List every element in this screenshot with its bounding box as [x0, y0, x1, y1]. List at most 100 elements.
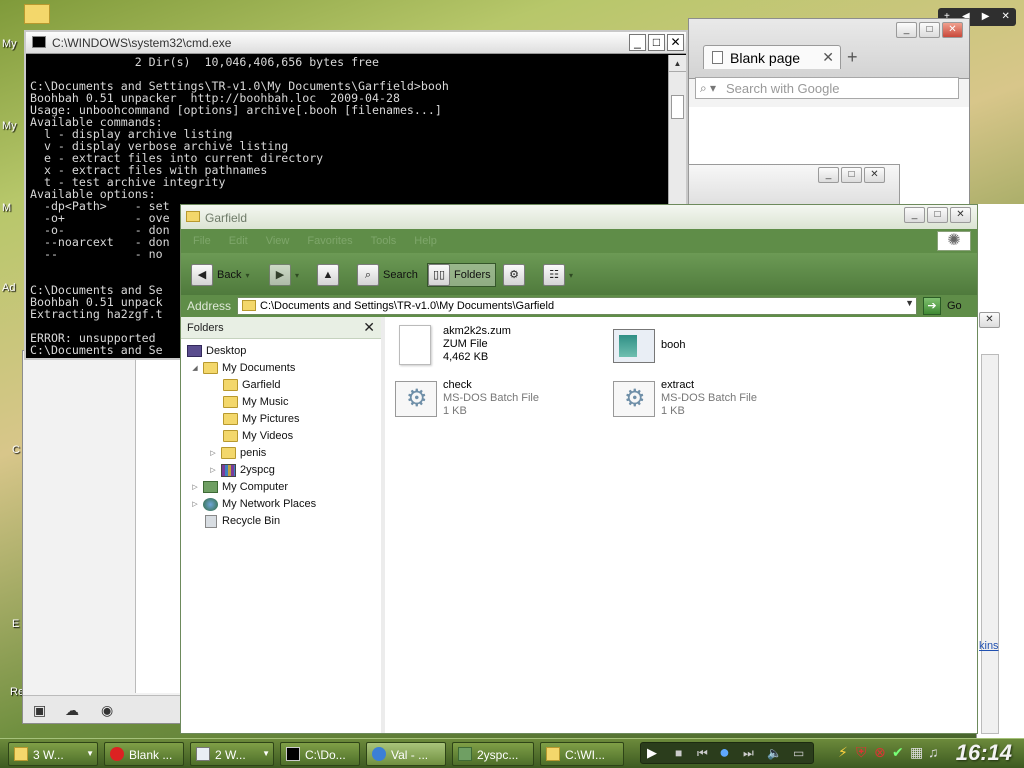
tree-item-my-network-places[interactable]: ▷ My Network Places: [191, 496, 316, 512]
dropdown-arrow-icon[interactable]: ▾: [245, 271, 249, 280]
close-button[interactable]: ✕: [942, 22, 963, 38]
browser-tab[interactable]: Blank page ✕: [703, 45, 841, 69]
right-window[interactable]: ✕ kins: [976, 204, 1024, 744]
taskbar-item[interactable]: 2yspc...: [452, 742, 534, 766]
dropdown-arrow-icon[interactable]: ▼: [905, 298, 914, 308]
tree-item-penis[interactable]: ▷ penis: [209, 445, 266, 461]
box-icon[interactable]: ▣: [33, 702, 46, 719]
taskbar-item-active[interactable]: Val - ...: [366, 742, 446, 766]
taskbar-item[interactable]: C:\WI...: [540, 742, 624, 766]
minimize-button[interactable]: _: [896, 22, 917, 38]
lightning-icon[interactable]: ⚡: [838, 744, 848, 761]
folder-icon[interactable]: [24, 4, 50, 24]
folders-button[interactable]: ▯▯ Folders: [427, 263, 496, 287]
new-tab-button[interactable]: +: [847, 47, 858, 68]
close-button[interactable]: ✕: [667, 34, 684, 51]
minimize-button[interactable]: _: [818, 167, 839, 183]
close-button[interactable]: ✕: [979, 312, 1000, 328]
expand-icon[interactable]: ▷: [209, 449, 217, 457]
menu-help[interactable]: Help: [414, 235, 437, 253]
scroll-thumb[interactable]: [671, 95, 684, 119]
address-input[interactable]: C:\Documents and Settings\TR-v1.0\My Doc…: [237, 297, 917, 315]
expand-icon[interactable]: ▷: [191, 483, 199, 491]
tree-item-recycle-bin[interactable]: Recycle Bin: [203, 513, 280, 529]
taskbar-item[interactable]: Blank ...: [104, 742, 184, 766]
close-button[interactable]: ✕: [950, 207, 971, 223]
tray-app-icon[interactable]: ▦: [910, 744, 923, 761]
play-pause-icon[interactable]: ●: [719, 742, 730, 763]
tree-item-garfield[interactable]: Garfield: [223, 377, 281, 393]
desktop-icon-label[interactable]: M: [2, 202, 11, 214]
play-icon[interactable]: ▶: [647, 745, 657, 761]
maximize-button[interactable]: □: [648, 34, 665, 51]
file-item[interactable]: akm2k2s.zum ZUM File 4,462 KB: [393, 325, 511, 365]
tree-item-my-computer[interactable]: ▷ My Computer: [191, 479, 288, 495]
desktop-icon-label[interactable]: E: [12, 618, 19, 630]
minimize-player-icon[interactable]: ▭: [793, 746, 804, 760]
previous-icon[interactable]: ⏮: [697, 746, 708, 761]
clock[interactable]: 16:14: [956, 740, 1012, 766]
menu-tools[interactable]: Tools: [371, 235, 397, 253]
menu-file[interactable]: File: [193, 235, 211, 253]
expand-icon[interactable]: ▷: [209, 466, 217, 474]
cmd-titlebar[interactable]: C:\WINDOWS\system32\cmd.exe _ □ ✕: [26, 32, 686, 54]
desktop-icon-label[interactable]: My: [2, 38, 17, 50]
left-window[interactable]: ▣ ☁ ◉: [22, 350, 183, 724]
desktop-icon-label[interactable]: C: [12, 444, 20, 456]
close-button[interactable]: ✕: [864, 167, 885, 183]
tree-item-desktop[interactable]: Desktop: [187, 343, 246, 359]
expand-icon[interactable]: ▷: [191, 500, 199, 508]
menu-favorites[interactable]: Favorites: [307, 235, 352, 253]
explorer-window[interactable]: Garfield _ □ ✕ File Edit View Favorites …: [180, 204, 978, 734]
go-arrow-icon[interactable]: ➔: [923, 297, 941, 315]
tree-item-2yspcg[interactable]: ▷ 2yspcg: [209, 462, 275, 478]
file-item[interactable]: booh: [611, 325, 685, 365]
file-item[interactable]: extract MS-DOS Batch File 1 KB: [611, 379, 757, 419]
tree-item-my-documents[interactable]: ◢ My Documents: [191, 360, 295, 376]
close-icon[interactable]: ✕: [1002, 8, 1010, 26]
link[interactable]: kins: [979, 640, 999, 652]
tools-button[interactable]: ⚙: [503, 263, 525, 287]
collapse-icon[interactable]: ◢: [191, 364, 199, 372]
taskbar-item[interactable]: 3 W... ▼: [8, 742, 98, 766]
tree-item-my-videos[interactable]: My Videos: [223, 428, 293, 444]
background-window[interactable]: _ □ ✕: [688, 164, 900, 208]
minimize-button[interactable]: _: [904, 207, 925, 223]
file-item[interactable]: check MS-DOS Batch File 1 KB: [393, 379, 539, 419]
dropdown-arrow-icon[interactable]: ▾: [569, 271, 573, 280]
scrollbar[interactable]: [981, 354, 999, 734]
next-icon[interactable]: ▶: [982, 8, 990, 26]
close-icon[interactable]: ✕: [363, 319, 375, 336]
maximize-button[interactable]: □: [841, 167, 862, 183]
menu-view[interactable]: View: [266, 235, 290, 253]
scroll-up-icon[interactable]: ▲: [669, 55, 686, 72]
alert-icon[interactable]: ⊗: [874, 744, 886, 761]
tree-item-my-pictures[interactable]: My Pictures: [223, 411, 299, 427]
desktop-icon-label[interactable]: My: [2, 120, 17, 132]
back-button[interactable]: ◀ Back ▾: [191, 263, 249, 287]
security-icon[interactable]: ⛨: [856, 744, 867, 761]
taskbar-item[interactable]: 2 W... ▼: [190, 742, 274, 766]
tree-item-my-music[interactable]: My Music: [223, 394, 288, 410]
stop-icon[interactable]: ■: [675, 746, 682, 760]
views-button[interactable]: ☷ ▾: [543, 263, 573, 287]
up-folder-button[interactable]: ▲: [317, 263, 339, 287]
go-button[interactable]: Go: [947, 300, 962, 312]
menu-edit[interactable]: Edit: [229, 235, 248, 253]
search-input[interactable]: ⌕ ▾ Search with Google: [695, 77, 959, 99]
gauge-icon[interactable]: ◉: [101, 702, 113, 719]
desktop-icon-label[interactable]: Ad: [2, 282, 15, 294]
close-tab-icon[interactable]: ✕: [822, 49, 834, 66]
volume-icon[interactable]: 🔈: [767, 746, 782, 760]
dropdown-arrow-icon[interactable]: ▾: [295, 271, 299, 280]
next-icon[interactable]: ⏭: [743, 746, 754, 761]
minimize-button[interactable]: _: [629, 34, 646, 51]
speaker-icon[interactable]: ♫: [928, 744, 939, 760]
maximize-button[interactable]: □: [927, 207, 948, 223]
taskbar-item[interactable]: C:\Do...: [280, 742, 360, 766]
forward-button[interactable]: ▶ ▾: [269, 263, 299, 287]
explorer-titlebar[interactable]: Garfield _ □ ✕: [181, 205, 977, 229]
cloud-icon[interactable]: ☁: [65, 702, 79, 719]
maximize-button[interactable]: □: [919, 22, 940, 38]
network-status-icon[interactable]: ✔: [892, 744, 904, 761]
